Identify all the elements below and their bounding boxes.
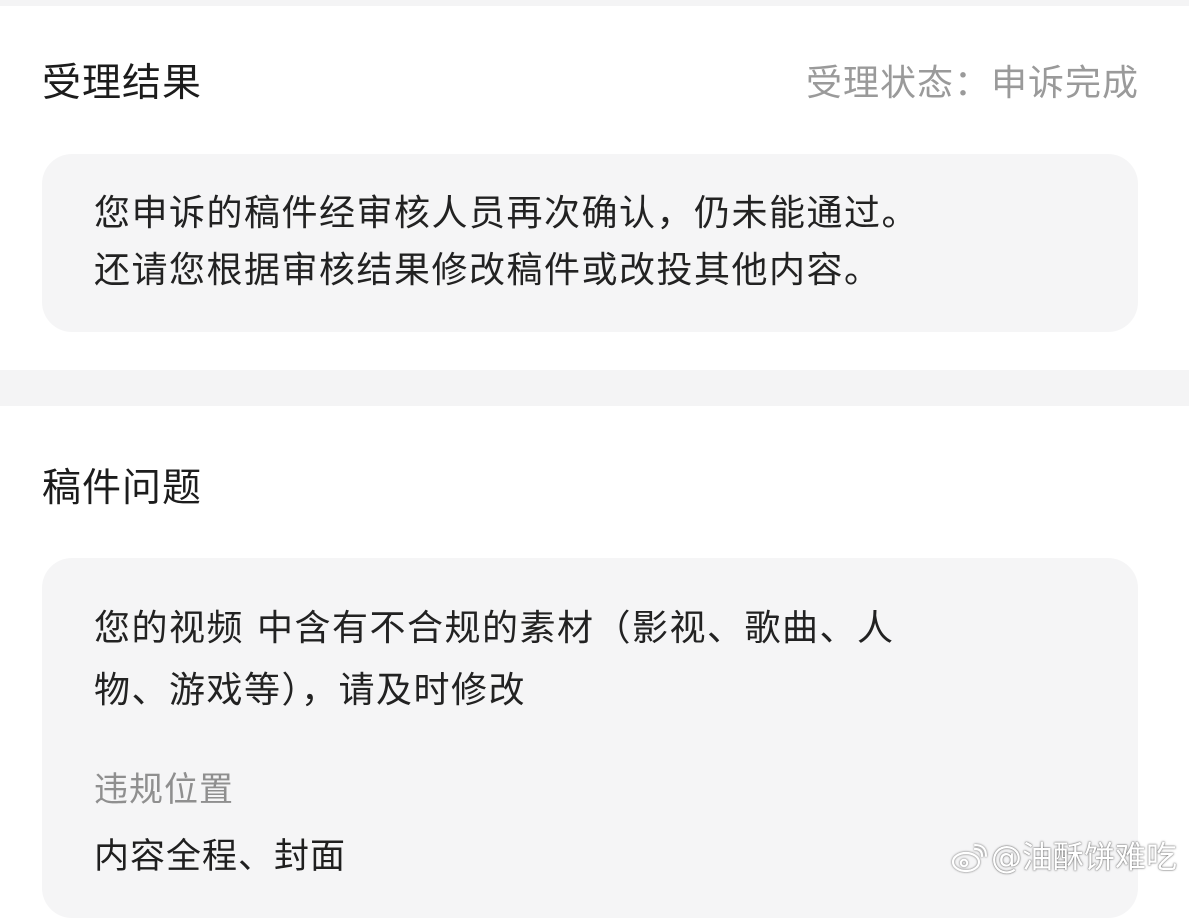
issue-section-title: 稿件问题: [42, 466, 203, 511]
violation-location-label: 违规位置: [94, 770, 234, 810]
result-message-line-2: 还请您根据审核结果修改稿件或改投其他内容。: [94, 250, 882, 291]
weibo-logo-icon: [951, 844, 987, 873]
result-message-card: 您申诉的稿件经审核人员再次确认，仍未能通过。 还请您根据审核结果修改稿件或改投其…: [42, 154, 1138, 332]
result-section-title: 受理结果: [42, 61, 203, 106]
violation-location-value: 内容全程、封面: [94, 837, 347, 877]
issue-message-line-1: 您的视频 中含有不合规的素材（影视、歌曲、人: [94, 608, 895, 649]
processing-status: 受理状态：申诉完成: [805, 63, 1139, 104]
weibo-watermark: @油酥饼难吃: [951, 838, 1177, 878]
top-divider-strip: [0, 0, 1189, 6]
watermark-text: @油酥饼难吃: [991, 840, 1177, 876]
section-divider: [0, 370, 1189, 406]
result-message-line-1: 您申诉的稿件经审核人员再次确认，仍未能通过。: [94, 193, 920, 234]
issue-message-line-2: 物、游戏等），请及时修改: [94, 670, 527, 711]
